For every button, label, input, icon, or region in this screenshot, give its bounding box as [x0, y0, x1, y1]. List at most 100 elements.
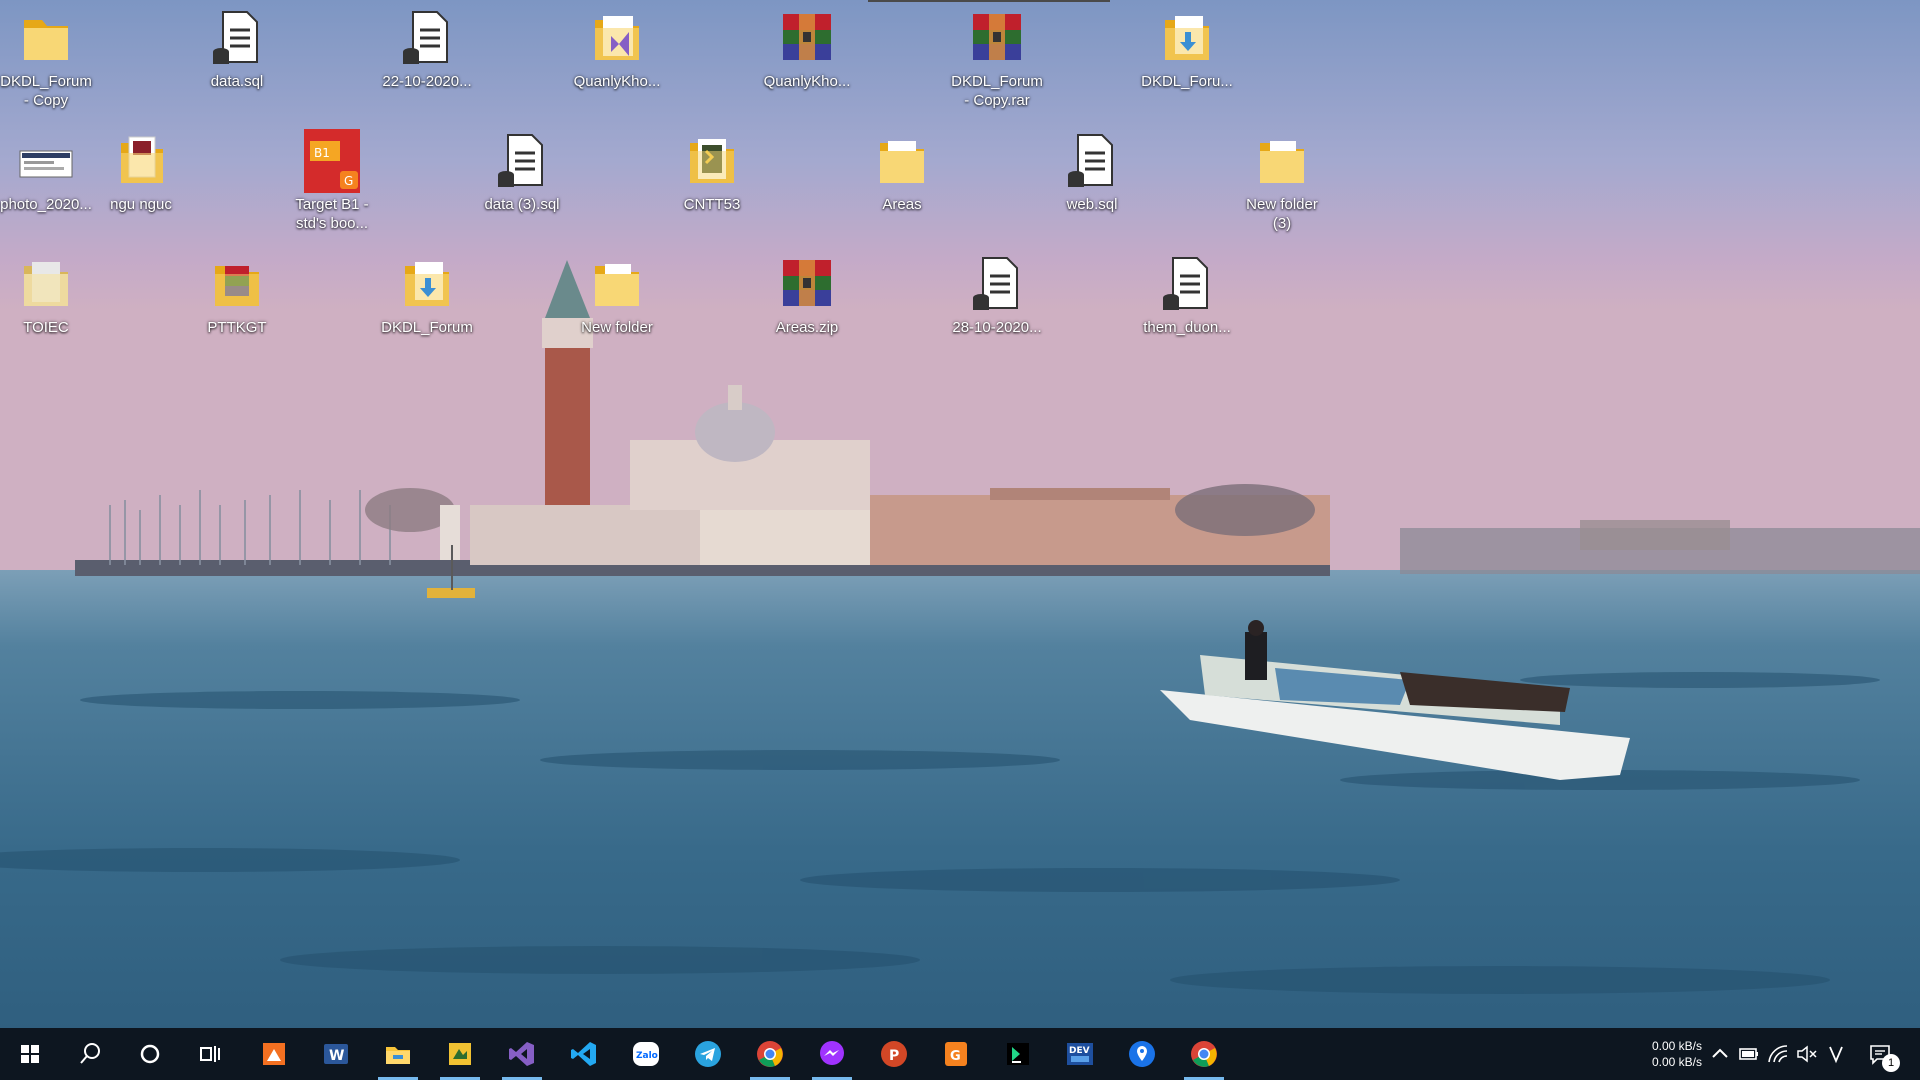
maps-pin-icon	[1129, 1041, 1155, 1067]
desktop-icon-photo-2020[interactable]: photo_2020...	[0, 129, 92, 214]
visual-studio-icon	[509, 1042, 534, 1066]
taskbar-app-orange[interactable]	[246, 1028, 302, 1080]
network-speed-meter: 0.00 kB/s 0.00 kB/s	[1614, 1038, 1702, 1070]
volume-muted-icon	[1797, 1045, 1817, 1063]
cortana-button[interactable]	[122, 1028, 178, 1080]
taskbar-app-file-explorer[interactable]	[370, 1028, 426, 1080]
vietkey-button[interactable]	[1824, 1042, 1848, 1066]
windows-start-icon	[21, 1045, 39, 1063]
folder-archive-icon	[205, 252, 269, 316]
messenger-icon	[820, 1041, 844, 1065]
task-view-button[interactable]	[182, 1028, 238, 1080]
svg-text:G: G	[344, 174, 353, 188]
desktop-icon-22-10-2020-sql[interactable]: 22-10-2020...	[381, 6, 473, 91]
taskbar-app-telegram[interactable]	[680, 1028, 736, 1080]
chevron-up-icon	[1712, 1048, 1728, 1058]
svg-text:G: G	[950, 1049, 961, 1064]
taskbar-app-zalo[interactable]: Zalo	[618, 1028, 674, 1080]
download-speed-text: 0.00 kB/s	[1651, 1055, 1702, 1069]
desktop-icon-label: DKDL_Forum - Copy	[0, 73, 92, 109]
desktop-icon-quanlykho-vs[interactable]: QuanlyKho...	[571, 6, 663, 91]
desktop-icon-label: them_duon...	[1143, 319, 1231, 336]
taskbar-app-foxit[interactable]: G	[928, 1028, 984, 1080]
sql-file-icon	[205, 6, 269, 70]
folder-gray-icon	[14, 252, 78, 316]
svg-text:P: P	[889, 1048, 899, 1064]
folder-icon	[1250, 129, 1314, 193]
desktop-icon-new-folder-3[interactable]: New folder (3)	[1236, 129, 1328, 233]
window-edge-line	[868, 0, 1110, 2]
photo-file-icon	[14, 129, 78, 193]
svg-text:DEV: DEV	[1069, 1046, 1090, 1056]
volume-button[interactable]	[1795, 1042, 1819, 1066]
taskbar-app-messenger[interactable]	[804, 1028, 860, 1080]
taskbar-app-vscode[interactable]	[556, 1028, 612, 1080]
powerpoint-icon: P	[881, 1041, 907, 1067]
taskbar-app-powerpoint[interactable]: P	[866, 1028, 922, 1080]
winrar-archive-icon	[965, 6, 1029, 70]
orange-app-icon	[263, 1043, 285, 1065]
desktop-icon-label: web.sql	[1066, 196, 1118, 213]
desktop-icon-toiec[interactable]: TOIEC	[0, 252, 92, 337]
desktop-icon-label: CNTT53	[683, 196, 741, 213]
desktop-icon-label: photo_2020...	[0, 196, 92, 213]
pdf-book-icon: B1 G	[300, 129, 364, 193]
desktop-icon-label: 22-10-2020...	[382, 73, 472, 90]
desktop-icon-data-sql[interactable]: data.sql	[191, 6, 283, 91]
sql-file-icon	[490, 129, 554, 193]
desktop-icon-pttkgt[interactable]: PTTKGT	[191, 252, 283, 337]
desktop-icon-them-duon-sql[interactable]: them_duon...	[1141, 252, 1233, 337]
svg-text:Zalo: Zalo	[636, 1051, 658, 1061]
visual-studio-folder-icon	[585, 6, 649, 70]
taskbar-app-chrome-2[interactable]	[1176, 1028, 1232, 1080]
folder-code-icon	[680, 129, 744, 193]
sql-file-icon	[965, 252, 1029, 316]
upload-speed-text: 0.00 kB/s	[1651, 1039, 1702, 1053]
taskbar-app-code-folder[interactable]	[432, 1028, 488, 1080]
desktop-icon-areas-folder[interactable]: Areas	[856, 129, 948, 214]
word-icon: W	[324, 1044, 348, 1064]
desktop-icon-dkdl-forum-copy[interactable]: DKDL_Forum - Copy	[0, 6, 92, 110]
desktop-icon-28-10-2020-sql[interactable]: 28-10-2020...	[951, 252, 1043, 337]
folder-icon	[870, 129, 934, 193]
desktop-icon-label: DKDL_Foru...	[1141, 73, 1233, 90]
taskbar-app-visual-studio[interactable]	[494, 1028, 550, 1080]
winrar-archive-icon	[775, 252, 839, 316]
desktop-icon-dkdl-forum[interactable]: DKDL_Forum	[381, 252, 473, 337]
desktop-icon-data-3-sql[interactable]: data (3).sql	[476, 129, 568, 214]
desktop-icon-label: QuanlyKho...	[763, 73, 851, 90]
battery-button[interactable]	[1737, 1042, 1761, 1066]
task-view-icon	[200, 1046, 220, 1062]
desktop-icon-label: Target B1 - std's boo...	[295, 196, 369, 232]
taskbar-app-chrome[interactable]	[742, 1028, 798, 1080]
search-icon	[80, 1043, 100, 1064]
svg-text:W: W	[329, 1048, 344, 1064]
battery-icon	[1739, 1048, 1758, 1060]
desktop-icon-cntt53[interactable]: CNTT53	[666, 129, 758, 214]
desktop-icon-target-b1[interactable]: B1 G Target B1 - std's boo...	[286, 129, 378, 233]
sql-file-icon	[1060, 129, 1124, 193]
start-button[interactable]	[2, 1028, 58, 1080]
network-button[interactable]	[1766, 1042, 1790, 1066]
desktop-icon-label: New folder (3)	[1246, 196, 1318, 232]
desktop-icon-dkdl-foru[interactable]: DKDL_Foru...	[1141, 6, 1233, 91]
desktop-icon-quanlykho-rar[interactable]: QuanlyKho...	[761, 6, 853, 91]
desktop-icon-areas-zip[interactable]: Areas.zip	[761, 252, 853, 337]
desktop-icon-ngu-nguc[interactable]: ngu nguc	[95, 129, 187, 214]
desktop-icon-label: Areas	[882, 196, 922, 213]
taskbar-app-pycharm[interactable]	[990, 1028, 1046, 1080]
desktop-icon-web-sql[interactable]: web.sql	[1046, 129, 1138, 214]
taskbar-app-maps[interactable]	[1114, 1028, 1170, 1080]
desktop-icon-label: TOIEC	[23, 319, 69, 336]
desktop-icon-label: DKDL_Forum - Copy.rar	[951, 73, 1043, 109]
show-hidden-icons-button[interactable]	[1708, 1042, 1732, 1066]
file-explorer-icon	[386, 1047, 410, 1064]
taskbar-app-word[interactable]: W	[308, 1028, 364, 1080]
desktop-icon-new-folder[interactable]: New folder	[571, 252, 663, 337]
taskbar: W Zalo P G DEV 0.00 kB/s 0.00 kB/s	[0, 1028, 1920, 1080]
desktop-icon-dkdl-forum-copy-rar[interactable]: DKDL_Forum - Copy.rar	[951, 6, 1043, 110]
search-button[interactable]	[62, 1028, 118, 1080]
folder-document-icon	[395, 252, 459, 316]
taskbar-app-dev-cpp[interactable]: DEV	[1052, 1028, 1108, 1080]
desktop-icon-label: DKDL_Forum	[381, 319, 473, 336]
